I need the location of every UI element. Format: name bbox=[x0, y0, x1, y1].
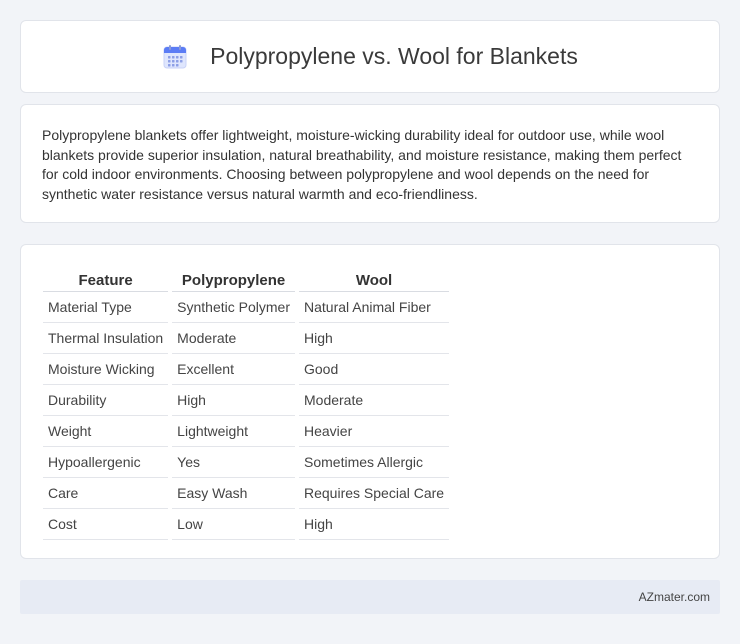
column-header-wool: Wool bbox=[299, 264, 450, 292]
wool-cell: Moderate bbox=[299, 385, 450, 416]
feature-cell: Care bbox=[43, 478, 169, 509]
feature-cell: Material Type bbox=[43, 292, 169, 323]
wool-cell: Good bbox=[299, 354, 450, 385]
footer-brand: AZmater.com bbox=[638, 590, 710, 604]
table-row: Weight Lightweight Heavier bbox=[43, 416, 450, 447]
description-text: Polypropylene blankets offer lightweight… bbox=[42, 127, 682, 202]
table-row: Thermal Insulation Moderate High bbox=[43, 323, 450, 354]
polypropylene-cell: High bbox=[172, 385, 295, 416]
wool-cell: High bbox=[299, 509, 450, 540]
wool-cell: Natural Animal Fiber bbox=[299, 292, 450, 323]
footer-bar: AZmater.com bbox=[20, 580, 720, 614]
title-wrap: Polypropylene vs. Wool for Blankets bbox=[162, 43, 578, 70]
wool-cell: Heavier bbox=[299, 416, 450, 447]
polypropylene-cell: Lightweight bbox=[172, 416, 295, 447]
polypropylene-cell: Synthetic Polymer bbox=[172, 292, 295, 323]
wool-cell: High bbox=[299, 323, 450, 354]
description-card: Polypropylene blankets offer lightweight… bbox=[20, 104, 720, 223]
feature-cell: Cost bbox=[43, 509, 169, 540]
title-card: Polypropylene vs. Wool for Blankets bbox=[20, 20, 720, 93]
polypropylene-cell: Excellent bbox=[172, 354, 295, 385]
table-row: Material Type Synthetic Polymer Natural … bbox=[43, 292, 450, 323]
polypropylene-cell: Low bbox=[172, 509, 295, 540]
feature-cell: Thermal Insulation bbox=[43, 323, 169, 354]
table-row: Moisture Wicking Excellent Good bbox=[43, 354, 450, 385]
table-row: Hypoallergenic Yes Sometimes Allergic bbox=[43, 447, 450, 478]
wool-cell: Sometimes Allergic bbox=[299, 447, 450, 478]
column-header-feature: Feature bbox=[43, 264, 169, 292]
calendar-icon bbox=[163, 44, 187, 68]
polypropylene-cell: Moderate bbox=[172, 323, 295, 354]
comparison-card: Feature Polypropylene Wool Material Type… bbox=[20, 244, 720, 559]
table-row: Cost Low High bbox=[43, 509, 450, 540]
feature-cell: Hypoallergenic bbox=[43, 447, 169, 478]
column-header-polypropylene: Polypropylene bbox=[172, 264, 295, 292]
feature-cell: Weight bbox=[43, 416, 169, 447]
polypropylene-cell: Easy Wash bbox=[172, 478, 295, 509]
page-title: Polypropylene vs. Wool for Blankets bbox=[210, 43, 578, 69]
wool-cell: Requires Special Care bbox=[299, 478, 450, 509]
polypropylene-cell: Yes bbox=[172, 447, 295, 478]
feature-cell: Moisture Wicking bbox=[43, 354, 169, 385]
table-header-row: Feature Polypropylene Wool bbox=[43, 264, 450, 292]
feature-cell: Durability bbox=[43, 385, 169, 416]
comparison-table: Feature Polypropylene Wool Material Type… bbox=[39, 264, 453, 540]
table-row: Care Easy Wash Requires Special Care bbox=[43, 478, 450, 509]
table-row: Durability High Moderate bbox=[43, 385, 450, 416]
